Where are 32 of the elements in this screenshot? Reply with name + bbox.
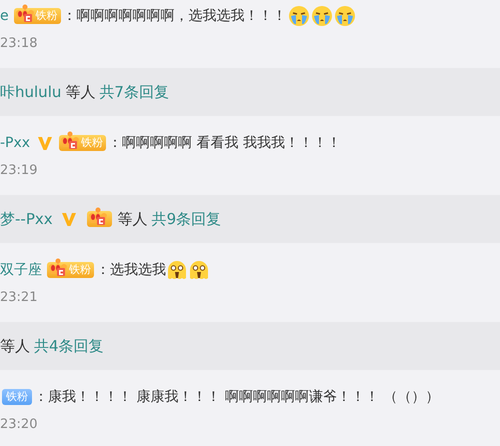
user-name[interactable]: 咔hululu (0, 82, 62, 102)
comment-time: 23:21 (0, 289, 38, 307)
others-label: 等人 (0, 336, 30, 356)
reply-count-link[interactable]: 共7条回复 (99, 82, 169, 102)
badge-label: 铁粉 (69, 262, 91, 278)
shocked-face-icon (188, 259, 210, 281)
crying-face-icon (310, 5, 333, 27)
crying-face-icon (288, 5, 310, 27)
crying-face-icon (334, 5, 356, 27)
crown-icon (86, 207, 109, 227)
comment-text: ：啊啊啊啊啊 看看我 我我我！！！！ (108, 134, 341, 152)
crown-icon (47, 258, 69, 278)
comment-time: 23:18 (0, 35, 38, 53)
badge-label: 铁粉 (36, 8, 58, 24)
user-name[interactable]: 双子座 (0, 261, 42, 279)
crown-icon (14, 4, 36, 24)
comment-text: ：啊啊啊啊啊啊啊，选我选我！！！ (62, 7, 287, 25)
reply-count-link[interactable]: 共9条回复 (152, 210, 222, 228)
badge-label: 铁粉 (81, 135, 104, 151)
user-name[interactable]: e (0, 8, 9, 24)
shocked-face-icon (166, 259, 188, 281)
badge-label: 铁粉 (6, 389, 28, 405)
comment-text: ：选我选我 (96, 261, 166, 279)
reply-count-link[interactable]: 共4条回复 (34, 336, 104, 356)
crown-icon (59, 131, 82, 151)
user-name[interactable]: -Pxx (0, 135, 30, 151)
others-label: 等人 (65, 82, 96, 102)
comment-time: 23:19 (0, 162, 38, 180)
comment-text: ：康我！！！！ 康康我！！！ 啊啊啊啊啊啊谦爷！！！ （（）） (34, 388, 440, 406)
user-name[interactable]: 梦--Pxx (0, 210, 53, 228)
comment-time: 23:20 (0, 416, 38, 434)
others-label: 等人 (118, 210, 148, 228)
